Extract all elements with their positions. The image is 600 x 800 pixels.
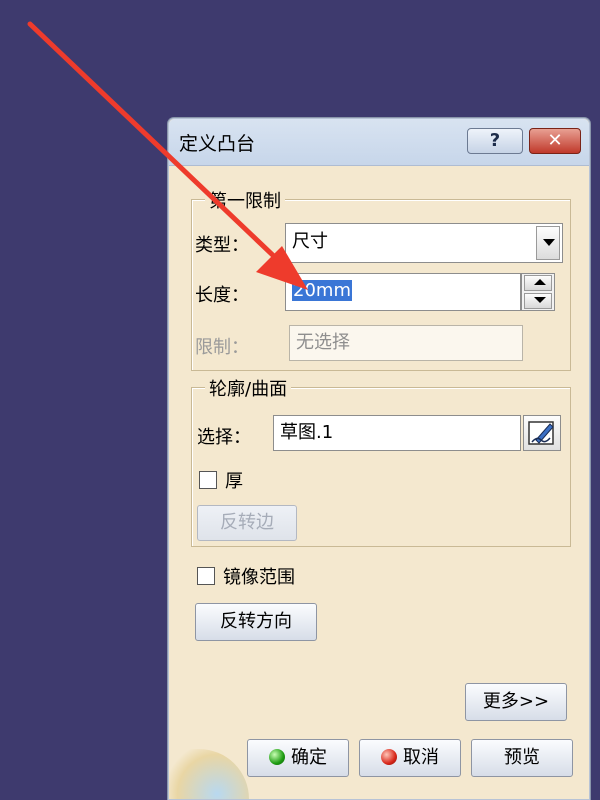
sketch-pen-icon: [528, 421, 554, 445]
select-label: 选择：: [197, 427, 251, 448]
reverse-direction-button[interactable]: 反转方向: [195, 603, 317, 641]
ok-button[interactable]: 确定: [247, 739, 349, 777]
length-input[interactable]: 20mm: [285, 273, 521, 311]
length-spinner[interactable]: [521, 273, 555, 311]
title-bar[interactable]: 定义凸台 ? ✕: [169, 119, 589, 166]
more-button[interactable]: 更多>>: [465, 683, 567, 721]
sketch-edit-button[interactable]: [523, 415, 561, 451]
ok-label: 确定: [291, 747, 327, 768]
define-pad-dialog: 定义凸台 ? ✕ 第一限制 类型： 尺寸 长度： 20mm 限制： 无选择 轮廓…: [168, 118, 590, 800]
green-led-icon: [269, 749, 285, 765]
spin-down-icon[interactable]: [524, 293, 552, 309]
profile-legend: 轮廓/曲面: [205, 375, 292, 401]
mirror-extent-label: 镜像范围: [223, 567, 295, 588]
reverse-side-button[interactable]: 反转边: [197, 505, 297, 541]
cancel-button[interactable]: 取消: [359, 739, 461, 777]
type-dropdown[interactable]: 尺寸: [285, 223, 563, 263]
first-limit-legend: 第一限制: [205, 187, 285, 213]
decorative-logo: [169, 749, 249, 799]
red-led-icon: [381, 749, 397, 765]
length-value: 20mm: [292, 280, 352, 301]
help-button[interactable]: ?: [467, 128, 523, 154]
chevron-down-icon[interactable]: [536, 226, 560, 260]
type-value: 尺寸: [292, 231, 328, 252]
limit-field: 无选择: [289, 325, 523, 361]
dialog-title: 定义凸台: [179, 133, 256, 155]
thick-label: 厚: [225, 471, 243, 492]
type-label: 类型：: [195, 235, 249, 256]
thick-checkbox[interactable]: [199, 471, 217, 489]
profile-select-value: 草图.1: [280, 422, 334, 443]
profile-select-field[interactable]: 草图.1: [273, 415, 521, 451]
preview-button[interactable]: 预览: [471, 739, 573, 777]
close-button[interactable]: ✕: [529, 128, 581, 154]
limit-value: 无选择: [296, 332, 350, 353]
length-label: 长度：: [195, 285, 249, 306]
spin-up-icon[interactable]: [524, 275, 552, 291]
mirror-extent-checkbox[interactable]: [197, 567, 215, 585]
cancel-label: 取消: [403, 747, 439, 768]
limit-label: 限制：: [195, 337, 249, 358]
